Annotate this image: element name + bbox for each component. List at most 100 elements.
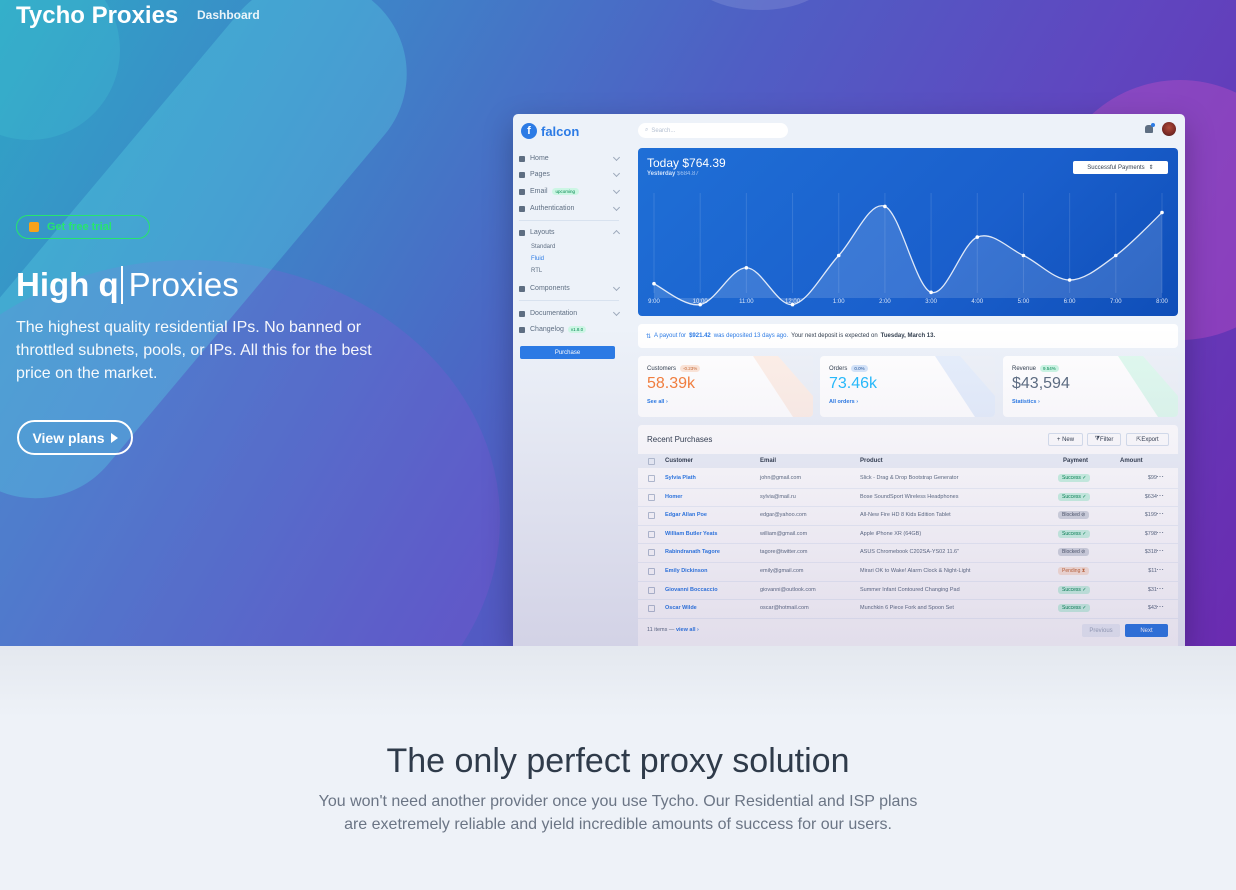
chevron-down-icon [612,203,621,212]
row-checkbox [648,475,655,482]
filter-button: ⧩ Filter [1087,433,1121,446]
x-tick-label: 8:00 [1156,299,1168,305]
grid-icon [519,229,525,236]
stat-title: Orders 0.0% [829,365,868,372]
chart-point [1160,210,1164,215]
row-checkbox [648,605,655,613]
customer-name: Emily Dickinson [665,568,708,574]
stat-link: Statistics › [1012,399,1040,405]
chevron-down-icon [612,186,621,195]
avatar [1162,122,1176,136]
typing-cursor [120,266,123,304]
payout-notice: ⇅ A payout for $921.42 was deposited 13 … [638,324,1178,348]
more-options-icon: ⋯ [1156,546,1164,556]
swap-icon: ⇅ [646,333,652,340]
row-checkbox [648,549,655,557]
stat-title: Revenue 9.54% [1012,365,1059,372]
row-checkbox [648,512,655,520]
chevron-down-icon [612,169,621,178]
export-button: ⇱ Export [1126,433,1169,446]
free-trial-label: Get free trial [47,221,112,233]
product-name: Summer Infant Contoured Changing Pad [860,586,960,593]
notice-mid: was deposited 13 days ago. [713,333,789,339]
sidebar-item-label: Documentation [530,310,578,317]
table-footer: 11 items — view all › [647,627,699,633]
column-header: Product [860,458,883,464]
more-options-icon: ⋯ [1156,602,1164,612]
sidebar-item-authentication: Authentication [519,203,621,212]
next-button: Next [1125,624,1168,637]
section-text: You won't need another provider once you… [318,793,918,833]
home-icon [519,155,525,162]
brand-logo[interactable]: Tycho Proxies [16,2,178,30]
status-badge: Pending ⧗ [1058,567,1090,575]
notice-rest: Your next deposit is expected on [791,333,878,339]
table-row: Oscar Wilde oscar@hotmail.com Munchkin 6 P… [638,599,1178,619]
branch-icon [519,326,525,333]
sidebar-item-changelog: Changelog v1.8.0 [519,326,619,333]
view-plans-button[interactable]: View plans [17,420,133,455]
amount: $798 [1144,530,1157,537]
stat-title-text: Customers [647,365,677,372]
falcon-logo-text: falcon [541,123,580,139]
x-tick-label: 3:00 [925,299,937,305]
column-header: Amount [1120,458,1143,464]
stat-title-text: Revenue [1012,365,1037,372]
status-badge: Success ✓ [1058,604,1091,613]
customer-email: giovanni@outlook.com [760,586,816,593]
pages-icon [519,171,525,178]
row-checkbox [648,568,655,575]
version-badge: v1.8.0 [567,326,587,333]
notice-prefix: A payout for [654,333,687,339]
chart-point [1021,253,1026,258]
free-trial-badge[interactable]: Get free trial [16,215,150,239]
x-tick-label: 5:00 [1018,299,1030,305]
headline-rest: Proxies [128,266,239,303]
chevron-up-icon [612,229,621,238]
sidebar-item-label: Home [530,155,549,162]
status-badge: Blocked ⊘ [1058,548,1090,557]
stat-link: All orders › [829,399,859,405]
stat-value: 73.46k [829,375,878,392]
table-row: Edgar Allan Poe edgar@yahoo.com All-New Fi… [638,506,1178,526]
customer-name: Homer [665,493,683,500]
chart-point [929,290,933,295]
product-name: Bose SoundSport Wireless Headphones [860,493,959,500]
status-badge: Success ✓ [1058,529,1091,538]
purchase-button: Purchase [520,346,615,359]
chart-point [744,265,749,270]
play-arrow-icon [110,432,118,443]
status-badge: Blocked ⊘ [1058,511,1090,520]
stat-badge: 0.0% [851,365,868,372]
item-count: 11 items — [647,627,675,633]
x-tick-label: 1:00 [833,299,845,305]
sidebar-item-label: Changelog [530,326,564,333]
more-options-icon: ⋯ [1156,565,1164,574]
chart-point [975,235,980,239]
puzzle-icon [519,285,525,292]
recent-purchases-card: Recent Purchases + New ⧩ Filter ⇱ Export… [638,425,1178,646]
sidebar-item-documentation: Documentation [519,308,621,317]
customer-name: Giovanni Boccaccio [665,586,718,593]
sidebar-item-label: Authentication [530,205,575,212]
customer-email: john@gmail.com [760,475,802,481]
search-icon: ⌕ [645,127,649,133]
stat-card: Orders 0.0% 73.46k All orders › [820,356,995,417]
amount: $199 [1144,512,1157,519]
table-row: Homer sylvia@mail.ru Bose SoundSport Wirel… [638,488,1178,508]
customer-email: oscar@hotmail.com [760,605,809,612]
book-icon [519,310,525,317]
recent-purchases-title: Recent Purchases [647,435,713,444]
sidebar-item-label: Components [530,285,570,292]
x-tick-label: 12:00 [785,299,801,305]
sidebar-divider [519,220,619,221]
amount: $318 [1144,549,1157,556]
chart-point [652,281,656,286]
table-header: Customer Email Product Payment Amount [638,454,1178,468]
product-name: Mirari OK to Wake! Alarm Clock & Night-L… [860,568,971,574]
lock-icon [519,205,525,212]
amount: $31 [1147,586,1157,593]
more-options-icon: ⋯ [1156,509,1164,519]
amount: $634 [1144,493,1157,500]
nav-link-dashboard[interactable]: Dashboard [197,8,260,22]
